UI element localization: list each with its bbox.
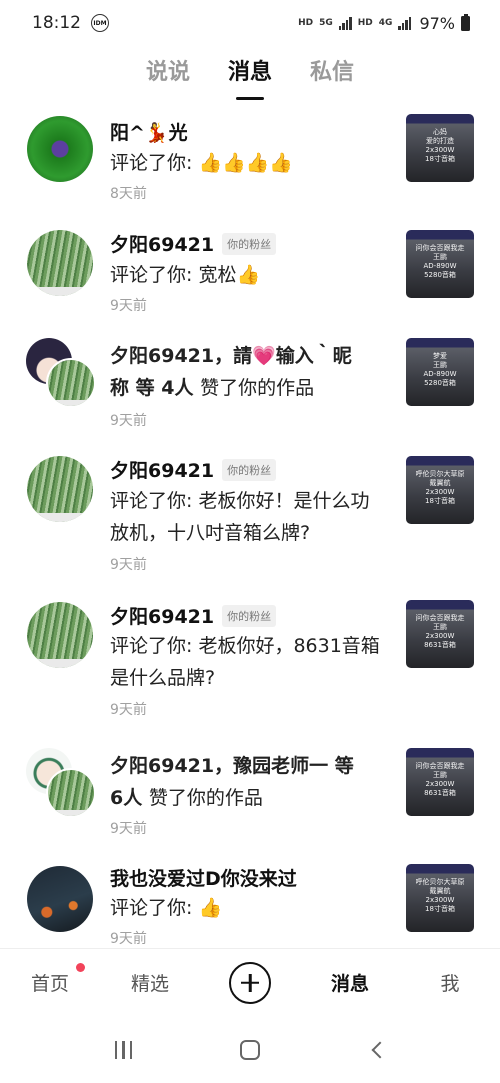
network-4g-indicator: 4G (378, 18, 393, 28)
item-name-text: 夕阳69421 (110, 234, 215, 256)
work-thumbnail[interactable]: 问你会否跟我走 王鹏 AD-890W 5280音箱 (406, 230, 474, 298)
list-item[interactable]: 我也没爱过D你没来过 评论了你: 👍 9天前 呼伦贝尔大草原 戴翼航 2x300… (0, 862, 500, 948)
item-time: 9天前 (110, 557, 147, 573)
top-tabs: 说说 消息 私信 (0, 50, 500, 94)
thumbnail-caption: 问你会否跟我走 王鹏 2x300W 8631音箱 (415, 762, 465, 797)
fan-badge: 你的粉丝 (222, 458, 277, 481)
thumbnail-caption: 呼伦贝尔大草原 戴翼航 2x300W 18寸音箱 (415, 878, 465, 913)
avatar[interactable] (27, 602, 93, 668)
list-item[interactable]: 夕阳69421 你的粉丝 评论了你: 老板你好，8631音箱是什么品牌? 9天前 … (0, 598, 500, 728)
thumbnail-caption: 呼伦贝尔大草原 戴翼航 2x300W 18寸音箱 (415, 470, 465, 505)
item-name-text: 夕阳69421 (110, 606, 215, 628)
nav-home-label: 首页 (30, 973, 69, 995)
avatar (46, 768, 96, 818)
item-name[interactable]: 夕阳69421，豫园老师一 等 6人 赞了你的作品 (110, 750, 372, 814)
item-time: 8天前 (110, 186, 147, 202)
list-item[interactable]: 夕阳69421 你的粉丝 评论了你: 宽松👍 9天前 问你会否跟我走 王鹏 AD-… (0, 216, 500, 326)
thumbnail-caption: 问你会否跟我走 王鹏 AD-890W 5280音箱 (415, 244, 465, 279)
item-time: 9天前 (110, 413, 147, 429)
tab-private-messages[interactable]: 私信 (310, 50, 354, 94)
system-nav-bar (0, 1016, 500, 1083)
item-name[interactable]: 夕阳69421 你的粉丝 (110, 456, 277, 483)
item-name-text: 我也没爱过D你没来过 (110, 868, 297, 890)
avatar-group[interactable] (26, 748, 96, 818)
list-item[interactable]: 夕阳69421，請💗输入｀昵称 等 4人 赞了你的作品 9天前 梦爱 王鹏 AD… (0, 330, 500, 440)
item-text: 赞了你的作品 (200, 377, 315, 399)
item-text: 赞了你的作品 (148, 787, 263, 809)
item-text: 评论了你: 👍 (110, 897, 223, 919)
nav-me[interactable]: 我 (400, 969, 500, 996)
back-icon (371, 1041, 389, 1058)
item-time: 9天前 (110, 821, 147, 837)
item-name[interactable]: 夕阳69421 你的粉丝 (110, 602, 277, 629)
list-item[interactable]: 夕阳69421 你的粉丝 评论了你: 老板你好！是什么功放机，十八吋音箱么牌? 9… (0, 450, 500, 580)
avatar[interactable] (27, 116, 93, 182)
nav-home[interactable]: 首页 (0, 963, 100, 996)
list-item[interactable]: 阳^💃光 评论了你: 👍👍👍👍 8天前 心妈 爱的打造 2x300W 18寸音箱 (0, 104, 500, 214)
item-text: 评论了你: 宽松👍 (110, 264, 261, 286)
work-thumbnail[interactable]: 呼伦贝尔大草原 戴翼航 2x300W 18寸音箱 (406, 456, 474, 524)
item-name[interactable]: 夕阳69421 你的粉丝 (110, 230, 277, 257)
message-list: 阳^💃光 评论了你: 👍👍👍👍 8天前 心妈 爱的打造 2x300W 18寸音箱… (0, 104, 500, 948)
home-icon (239, 1039, 260, 1060)
avatar[interactable] (27, 866, 93, 932)
list-item[interactable]: 夕阳69421，豫园老师一 等 6人 赞了你的作品 9天前 问你会否跟我走 王鹏… (0, 744, 500, 854)
status-indicators: HD 5G HD 4G 97% (298, 13, 470, 33)
nav-featured[interactable]: 精选 (100, 969, 200, 996)
thumbnail-caption: 问你会否跟我走 王鹏 2x300W 8631音箱 (415, 614, 465, 649)
work-thumbnail[interactable]: 梦爱 王鹏 AD-890W 5280音箱 (406, 338, 474, 406)
signal-icon-2 (398, 16, 412, 30)
avatar (46, 358, 96, 408)
fan-badge: 你的粉丝 (222, 232, 277, 255)
signal-icon (338, 16, 352, 30)
work-thumbnail[interactable]: 心妈 爱的打造 2x300W 18寸音箱 (406, 114, 474, 182)
item-name-text: 阳^💃光 (110, 122, 188, 144)
thumbnail-caption: 梦爱 王鹏 AD-890W 5280音箱 (423, 352, 457, 387)
battery-icon (461, 13, 470, 31)
notification-dot (76, 963, 85, 972)
home-button[interactable] (230, 1030, 270, 1070)
tab-shuoshuo[interactable]: 说说 (146, 50, 190, 94)
idm-icon: IDM (91, 14, 109, 32)
work-thumbnail[interactable]: 呼伦贝尔大草原 戴翼航 2x300W 18寸音箱 (406, 864, 474, 932)
fan-badge: 你的粉丝 (222, 604, 277, 627)
plus-icon[interactable] (229, 961, 271, 1004)
back-button[interactable] (357, 1030, 397, 1070)
item-text: 评论了你: 👍👍👍👍 (110, 152, 294, 174)
avatar[interactable] (27, 456, 93, 522)
item-text: 评论了你: 老板你好，8631音箱是什么品牌? (110, 635, 380, 689)
nav-messages[interactable]: 消息 (300, 969, 400, 996)
item-name[interactable]: 我也没爱过D你没来过 (110, 864, 297, 891)
hd-indicator: HD (298, 18, 314, 28)
avatar-group[interactable] (26, 338, 96, 408)
item-time: 9天前 (110, 702, 147, 718)
item-name[interactable]: 阳^💃光 (110, 118, 188, 145)
work-thumbnail[interactable]: 问你会否跟我走 王鹏 2x300W 8631音箱 (406, 748, 474, 816)
item-time: 9天前 (110, 931, 147, 947)
recents-button[interactable] (103, 1030, 143, 1070)
thumbnail-caption: 心妈 爱的打造 2x300W 18寸音箱 (425, 128, 455, 163)
network-5g-indicator: 5G (319, 18, 333, 28)
work-thumbnail[interactable]: 问你会否跟我走 王鹏 2x300W 8631音箱 (406, 600, 474, 668)
status-time: 18:12 (32, 13, 81, 33)
avatar[interactable] (27, 230, 93, 296)
item-text: 评论了你: 老板你好！是什么功放机，十八吋音箱么牌? (110, 490, 370, 544)
bottom-nav: 首页 精选 消息 我 (0, 948, 500, 1016)
item-time: 9天前 (110, 298, 147, 314)
item-name-text: 夕阳69421 (110, 460, 215, 482)
hd-indicator-2: HD (357, 18, 373, 28)
recents-icon (114, 1040, 133, 1059)
status-bar: 18:12 IDM HD 5G HD 4G 97% (0, 0, 500, 46)
battery-percent: 97% (419, 13, 455, 33)
nav-create[interactable] (200, 961, 300, 1004)
tab-messages[interactable]: 消息 (228, 50, 272, 94)
item-name[interactable]: 夕阳69421，請💗输入｀昵称 等 4人 赞了你的作品 (110, 340, 360, 404)
